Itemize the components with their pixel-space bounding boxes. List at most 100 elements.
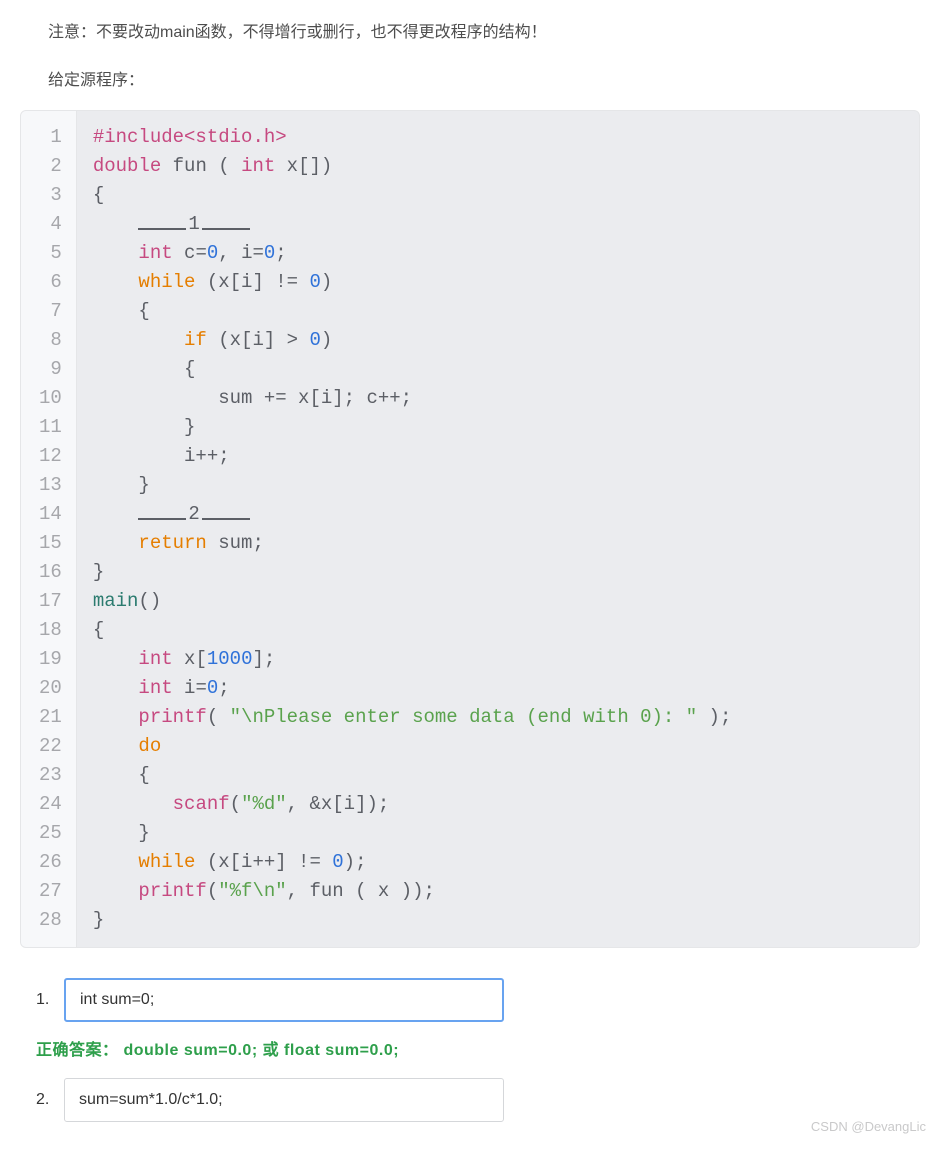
- line-num: 18: [39, 616, 62, 645]
- line-num: 6: [39, 268, 62, 297]
- token-keyword: int: [138, 648, 172, 670]
- token: (x[i] >: [207, 329, 310, 351]
- line-num: 14: [39, 500, 62, 529]
- token: );: [697, 706, 731, 728]
- token: );: [344, 851, 367, 873]
- token: {: [138, 300, 149, 322]
- line-num: 16: [39, 558, 62, 587]
- line-num: 24: [39, 790, 62, 819]
- token-keyword: while: [138, 271, 195, 293]
- token: }: [93, 909, 104, 931]
- line-num: 21: [39, 703, 62, 732]
- token-string: "\nPlease enter some data (end with 0): …: [230, 706, 697, 728]
- token: (: [230, 793, 241, 815]
- token: x[]): [275, 155, 332, 177]
- token-number: 0: [309, 329, 320, 351]
- code-content: #include<stdio.h> double fun ( int x[]) …: [77, 111, 919, 947]
- token: sum += x[i]; c++;: [218, 387, 412, 409]
- line-num: 4: [39, 210, 62, 239]
- token: {: [93, 619, 104, 641]
- token: (x[i++] !=: [195, 851, 332, 873]
- token: ): [321, 329, 332, 351]
- token: c=: [173, 242, 207, 264]
- blank-underline: [138, 518, 186, 520]
- line-num: 13: [39, 471, 62, 500]
- line-num: 26: [39, 848, 62, 877]
- token-number: 0: [309, 271, 320, 293]
- line-number-gutter: 1 2 3 4 5 6 7 8 9 10 11 12 13 14 15 16 1…: [21, 111, 77, 947]
- token: }: [93, 561, 104, 583]
- token: {: [93, 184, 104, 206]
- answer-input-1[interactable]: int sum=0;: [64, 978, 504, 1022]
- token: fun (: [161, 155, 241, 177]
- token-number: 0: [332, 851, 343, 873]
- token-preproc: #include<stdio.h>: [93, 126, 287, 148]
- token-keyword: double: [93, 155, 161, 177]
- correct-answer-text: 正确答案： double sum=0.0; 或 float sum=0.0;: [36, 1036, 910, 1060]
- token-number: 1000: [207, 648, 253, 670]
- line-num: 15: [39, 529, 62, 558]
- token: }: [138, 474, 149, 496]
- token: ): [321, 271, 332, 293]
- token: , &x[i]);: [287, 793, 390, 815]
- token: (: [207, 880, 218, 902]
- given-program-label: 给定源程序：: [0, 56, 940, 100]
- token: (: [207, 706, 230, 728]
- answer-row-2: 2. sum=sum*1.0/c*1.0;: [36, 1078, 910, 1122]
- line-num: 11: [39, 413, 62, 442]
- line-num: 7: [39, 297, 62, 326]
- line-num: 19: [39, 645, 62, 674]
- token-number: 0: [207, 242, 218, 264]
- token: , fun ( x ));: [287, 880, 435, 902]
- token: (x[i] !=: [195, 271, 309, 293]
- line-num: 25: [39, 819, 62, 848]
- blank-number: 2: [186, 500, 201, 529]
- token-string: "%f\n": [218, 880, 286, 902]
- token-keyword: return: [138, 532, 206, 554]
- token-keyword: int: [138, 677, 172, 699]
- token: ;: [218, 677, 229, 699]
- line-num: 23: [39, 761, 62, 790]
- line-num: 10: [39, 384, 62, 413]
- token-number: 0: [264, 242, 275, 264]
- token-keyword: int: [138, 242, 172, 264]
- blank-underline: [138, 228, 186, 230]
- token-func: printf: [138, 880, 206, 902]
- instruction-text: 注意：不要改动main函数，不得增行或删行，也不得更改程序的结构！: [0, 0, 940, 56]
- answer-row-1: 1. int sum=0;: [36, 978, 910, 1022]
- line-num: 9: [39, 355, 62, 384]
- line-num: 3: [39, 181, 62, 210]
- token: i++;: [184, 445, 230, 467]
- line-num: 12: [39, 442, 62, 471]
- line-num: 8: [39, 326, 62, 355]
- line-num: 22: [39, 732, 62, 761]
- token-func: main: [93, 590, 139, 612]
- answer-index: 2.: [36, 1091, 64, 1109]
- token: }: [138, 822, 149, 844]
- line-num: 1: [39, 123, 62, 152]
- token: }: [184, 416, 195, 438]
- answer-input-2[interactable]: sum=sum*1.0/c*1.0;: [64, 1078, 504, 1122]
- token-keyword: int: [241, 155, 275, 177]
- token-func: scanf: [173, 793, 230, 815]
- token: {: [138, 764, 149, 786]
- line-num: 27: [39, 877, 62, 906]
- token: i=: [173, 677, 207, 699]
- token-keyword: do: [138, 735, 161, 757]
- line-num: 17: [39, 587, 62, 616]
- token-number: 0: [207, 677, 218, 699]
- token-string: "%d": [241, 793, 287, 815]
- answer-index: 1.: [36, 991, 64, 1009]
- token: {: [184, 358, 195, 380]
- token-keyword: if: [184, 329, 207, 351]
- answers-section: 1. int sum=0; 正确答案： double sum=0.0; 或 fl…: [0, 968, 940, 1156]
- token: (): [138, 590, 161, 612]
- line-num: 20: [39, 674, 62, 703]
- blank-underline: [202, 228, 250, 230]
- token: , i=: [218, 242, 264, 264]
- token-keyword: while: [138, 851, 195, 873]
- token: ;: [275, 242, 286, 264]
- blank-number: 1: [186, 210, 201, 239]
- blank-underline: [202, 518, 250, 520]
- token: sum;: [207, 532, 264, 554]
